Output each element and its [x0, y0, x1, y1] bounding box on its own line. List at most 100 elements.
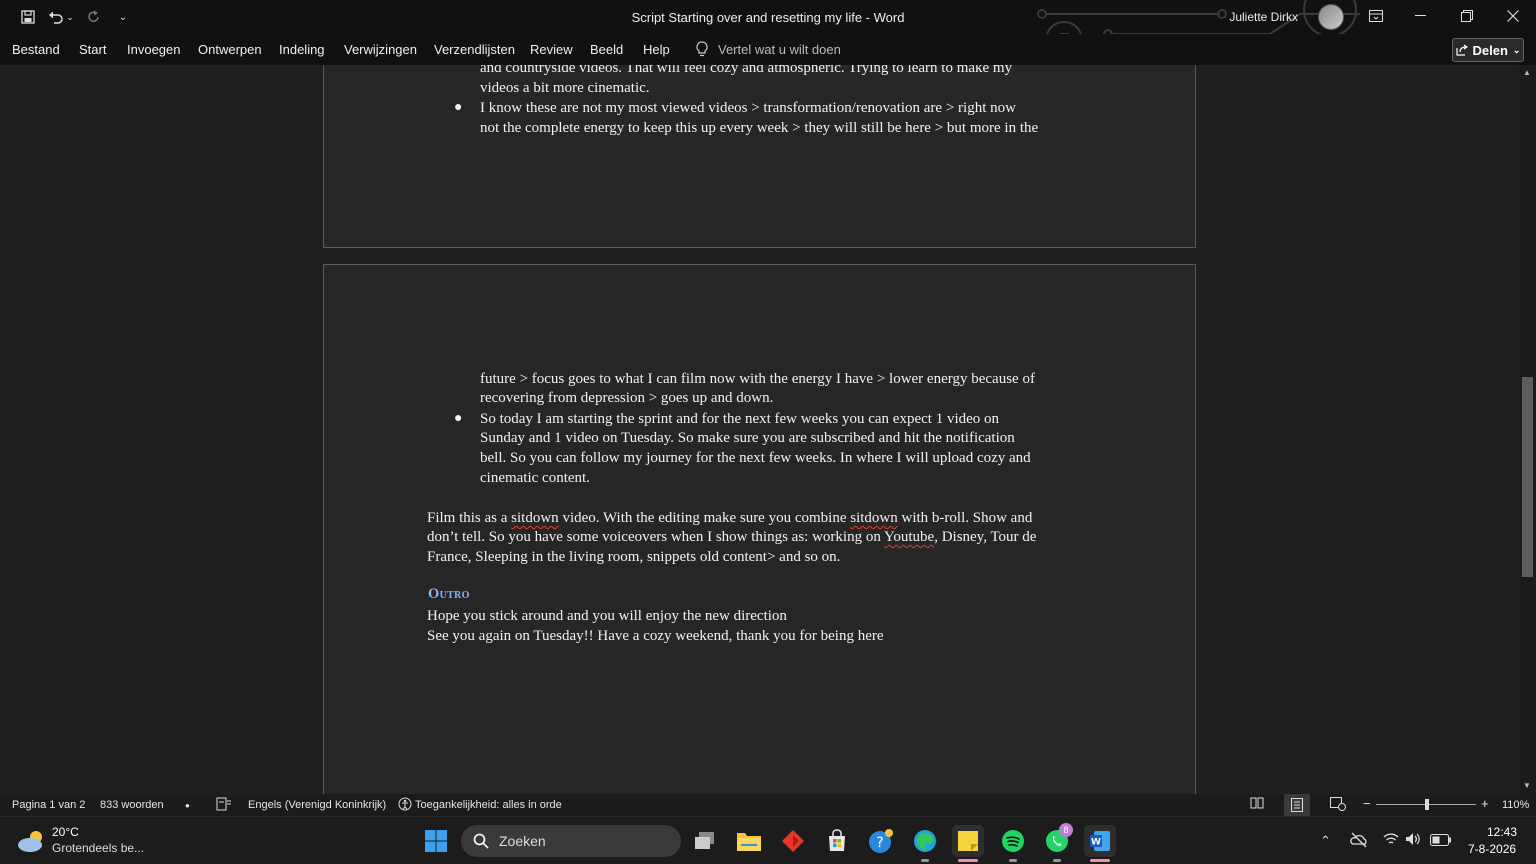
bullet-marker: ● [454, 98, 463, 114]
search-placeholder: Zoeken [499, 833, 546, 849]
bullet-marker: ● [454, 409, 463, 425]
text-run: , Disney, Tour de [934, 529, 1037, 545]
scroll-down-icon[interactable]: ▼ [1523, 781, 1531, 790]
tell-me-search[interactable]: Vertel wat u wilt doen [696, 41, 841, 57]
active-indicator [958, 859, 978, 862]
text-line[interactable]: and countryside videos. That will feel c… [480, 65, 1012, 79]
text-line[interactable]: Hope you stick around and you will enjoy… [427, 607, 787, 627]
user-name[interactable]: Juliette Dirkx [1229, 10, 1298, 24]
word-count[interactable]: 833 woorden [100, 799, 164, 811]
outro-heading[interactable]: Outro [428, 586, 470, 603]
page-count[interactable]: Pagina 1 van 2 [12, 799, 85, 811]
tab-verwijzingen[interactable]: Verwijzingen [344, 42, 417, 57]
wifi-icon[interactable] [1383, 832, 1399, 849]
tab-invoegen[interactable]: Invoegen [127, 42, 181, 57]
ribbon-display-options-icon[interactable] [1353, 0, 1399, 32]
scroll-up-icon[interactable]: ▲ [1523, 68, 1531, 77]
paragraph-line[interactable]: France, Sleeping in the living room, sni… [427, 548, 840, 568]
spelling-error-word[interactable]: sitdown [511, 510, 559, 526]
sticky-notes-icon[interactable] [952, 825, 984, 862]
volume-icon[interactable] [1405, 832, 1421, 849]
text-line[interactable]: bell. So you can follow my journey for t… [480, 449, 1031, 469]
text-line[interactable]: not the complete energy to keep this up … [480, 119, 1038, 139]
text-line[interactable]: So today I am starting the sprint and fo… [480, 410, 999, 430]
battery-icon[interactable] [1430, 834, 1452, 849]
search-icon [473, 833, 489, 849]
running-indicator [1053, 859, 1061, 862]
text-line[interactable]: recovering from depression > goes up and… [480, 389, 773, 409]
read-mode-icon[interactable] [1250, 797, 1264, 812]
text-line[interactable]: future > focus goes to what I can film n… [480, 370, 1035, 390]
tab-indeling[interactable]: Indeling [279, 42, 325, 57]
zoom-out-icon[interactable]: − [1363, 796, 1371, 811]
paragraph-line[interactable]: Film this as a sitdown video. With the e… [427, 509, 1032, 529]
text-run: don’t tell. So you have some voiceovers … [427, 529, 885, 545]
taskbar-search[interactable]: Zoeken [461, 825, 681, 857]
whatsapp-icon[interactable]: 8 [1041, 823, 1073, 862]
spelling-error-word[interactable]: sitdown [850, 510, 898, 526]
zoom-slider-thumb[interactable] [1425, 799, 1429, 810]
microsoft-store-icon[interactable] [821, 825, 853, 857]
status-bar: Pagina 1 van 2 833 woorden ● Engels (Ver… [0, 794, 1536, 816]
word-app-icon[interactable]: W [1084, 825, 1116, 862]
windows-start-icon[interactable] [420, 825, 452, 857]
weather-temperature[interactable]: 20°C [52, 825, 79, 839]
get-help-icon[interactable]: ? [865, 825, 897, 857]
language-indicator[interactable]: Engels (Verenigd Koninkrijk) [248, 799, 386, 811]
text-line[interactable]: I know these are not my most viewed vide… [480, 99, 1016, 119]
task-view-icon[interactable] [689, 825, 721, 857]
spotify-icon[interactable] [997, 825, 1029, 862]
file-explorer-icon[interactable] [733, 825, 765, 857]
tab-help[interactable]: Help [643, 42, 670, 57]
minimize-icon[interactable] [1398, 0, 1444, 32]
document-page-2[interactable]: future > focus goes to what I can film n… [323, 264, 1196, 794]
text-line[interactable]: videos a bit more cinematic. [480, 79, 650, 99]
running-indicator [921, 859, 929, 862]
share-button[interactable]: Delen ⌄ [1452, 38, 1524, 62]
vertical-scrollbar[interactable]: ▲ ▼ [1519, 65, 1536, 794]
clock-time[interactable]: 12:43 [1487, 825, 1517, 839]
app-red-diamond-icon[interactable] [777, 825, 809, 857]
close-icon[interactable] [1490, 0, 1536, 32]
accessibility-status[interactable]: Toegankelijkheid: alles in orde [415, 799, 562, 811]
tab-bestand[interactable]: Bestand [12, 42, 60, 57]
spelling-error-word[interactable]: Youtube [884, 529, 934, 545]
tab-review[interactable]: Review [530, 42, 573, 57]
document-page-1[interactable]: and countryside videos. That will feel c… [323, 65, 1196, 248]
text-line[interactable]: Sunday and 1 video on Tuesday. So make s… [480, 429, 1015, 449]
share-label: Delen [1472, 42, 1508, 58]
weather-description[interactable]: Grotendeels be... [52, 841, 144, 855]
proofing-icon[interactable] [216, 797, 232, 814]
onedrive-offline-icon[interactable] [1350, 832, 1368, 851]
document-canvas[interactable]: and countryside videos. That will feel c… [0, 65, 1519, 794]
paragraph-line[interactable]: don’t tell. So you have some voiceovers … [427, 528, 1036, 548]
restore-icon[interactable] [1444, 0, 1490, 32]
svg-text:W: W [1091, 838, 1101, 848]
tab-verzendlijsten[interactable]: Verzendlijsten [434, 42, 515, 57]
web-layout-icon[interactable] [1330, 797, 1346, 814]
title-bar: ⌄ ⌄ Script Starting over and resetting m… [0, 0, 1536, 59]
text-run: Film this as a [427, 510, 512, 526]
tab-start[interactable]: Start [79, 42, 106, 57]
tell-me-placeholder: Vertel wat u wilt doen [718, 41, 841, 57]
zoom-level[interactable]: 110% [1502, 799, 1529, 811]
svg-text:?: ? [876, 835, 883, 851]
text-line[interactable]: cinematic content. [480, 469, 590, 489]
print-layout-icon[interactable] [1284, 794, 1310, 816]
tab-beeld[interactable]: Beeld [590, 42, 623, 57]
user-avatar[interactable] [1318, 4, 1344, 30]
zoom-in-icon[interactable]: + [1481, 796, 1489, 811]
chevron-down-icon: ⌄ [1512, 44, 1521, 55]
show-hidden-icons-chevron-icon[interactable]: ⌃ [1320, 833, 1331, 849]
windows-taskbar: 20°C Grotendeels be... Zoeken ? 8 W ⌃ 12… [0, 816, 1536, 864]
weather-icon[interactable] [16, 828, 46, 859]
notification-badge: 8 [1059, 823, 1073, 837]
text-run: with b-roll. Show and [897, 510, 1033, 526]
share-icon [1455, 44, 1468, 56]
clock-date[interactable]: 7-8-2026 [1468, 842, 1516, 856]
scrollbar-thumb[interactable] [1522, 377, 1533, 577]
tab-ontwerpen[interactable]: Ontwerpen [198, 42, 262, 57]
text-line[interactable]: See you again on Tuesday!! Have a cozy w… [427, 627, 884, 647]
text-run: video. With the editing make sure you co… [558, 510, 851, 526]
edge-browser-icon[interactable] [909, 825, 941, 862]
